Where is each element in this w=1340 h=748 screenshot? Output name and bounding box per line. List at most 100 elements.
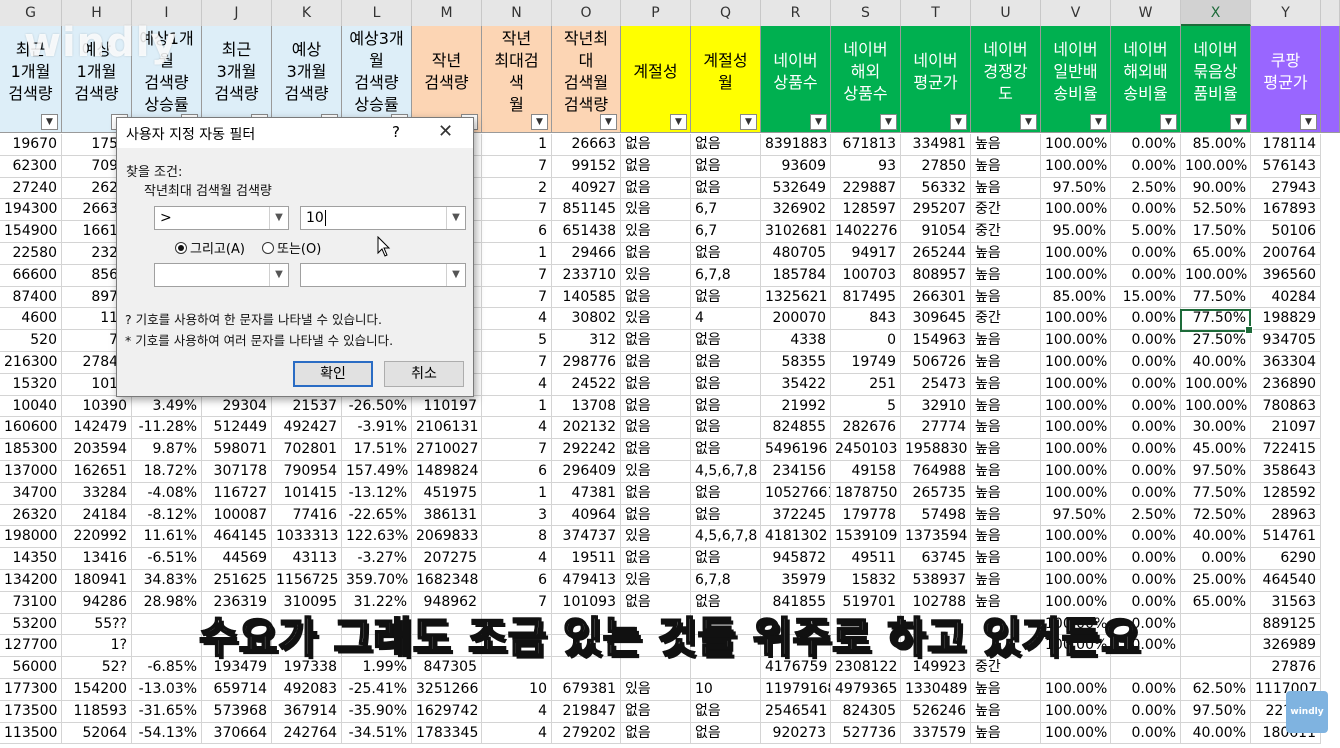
table-cell[interactable]: 77416 [272, 504, 342, 527]
table-cell[interactable]: 134200 [0, 570, 62, 592]
table-cell[interactable]: 934705 [1251, 330, 1321, 352]
table-cell[interactable]: 19749 [831, 352, 901, 374]
table-cell[interactable]: 1629742 [412, 700, 482, 723]
table-cell[interactable]: -31.65% [132, 700, 202, 723]
table-cell[interactable]: 40964 [552, 504, 621, 527]
table-cell[interactable]: -8.12% [132, 504, 202, 527]
table-cell[interactable]: 396560 [1251, 264, 1321, 287]
table-cell[interactable]: 21097 [1251, 417, 1321, 440]
table-cell[interactable]: 358643 [1251, 461, 1321, 483]
table-cell[interactable]: 93609 [761, 155, 831, 178]
header-cell[interactable]: 네이버 묶음상 품비율 ▼ [1181, 26, 1251, 133]
table-cell[interactable]: 높음 [971, 504, 1041, 527]
table-cell[interactable]: 100.00% [1041, 373, 1111, 396]
table-cell[interactable]: -6.51% [132, 548, 202, 570]
table-cell[interactable]: 100.00% [1041, 134, 1111, 156]
table-cell[interactable]: 702801 [272, 439, 342, 461]
table-cell[interactable]: 296409 [552, 461, 621, 483]
table-cell[interactable]: 85.00% [1181, 134, 1251, 156]
table-cell[interactable]: 1 [482, 134, 552, 156]
table-cell[interactable]: 140585 [552, 286, 621, 309]
filter-dropdown-icon[interactable]: ▼ [810, 114, 827, 130]
table-cell[interactable]: 97.50% [1041, 504, 1111, 527]
table-cell[interactable]: 100.00% [1041, 395, 1111, 418]
table-cell[interactable]: 높음 [971, 264, 1041, 287]
table-cell[interactable]: 185300 [0, 439, 62, 461]
table-cell[interactable]: 945872 [761, 548, 831, 570]
table-cell[interactable]: 2710027 [412, 439, 482, 461]
table-cell[interactable]: 1373594 [901, 526, 971, 549]
table-cell[interactable]: 2106131 [412, 417, 482, 440]
table-cell[interactable]: 100.00% [1041, 548, 1111, 570]
table-cell[interactable]: 10 [482, 679, 552, 701]
table-cell[interactable]: -3.91% [342, 417, 412, 440]
filter-dropdown-icon[interactable]: ▼ [1160, 114, 1177, 130]
table-cell[interactable]: 229887 [831, 177, 901, 200]
table-cell[interactable]: 0.00% [1111, 330, 1181, 352]
table-cell[interactable]: -25.41% [342, 679, 412, 701]
table-cell[interactable]: 265735 [901, 482, 971, 505]
column-letter-W[interactable]: W [1111, 0, 1181, 26]
table-cell[interactable]: 4600 [0, 308, 62, 331]
table-cell[interactable]: 8391883 [761, 134, 831, 156]
table-cell[interactable]: 높음 [971, 461, 1041, 483]
table-cell[interactable]: 없음 [691, 548, 761, 570]
table-cell[interactable]: 100.00% [1041, 700, 1111, 723]
table-cell[interactable]: 없음 [691, 439, 761, 461]
table-cell[interactable]: 154963 [901, 330, 971, 352]
table-cell[interactable]: 242764 [272, 722, 342, 745]
table-cell[interactable]: 180941 [62, 570, 132, 592]
table-cell[interactable]: 6 [482, 221, 552, 243]
table-cell[interactable]: 4181302 [761, 526, 831, 549]
table-cell[interactable]: 173500 [0, 700, 62, 723]
table-cell[interactable]: 0.00% [1111, 352, 1181, 374]
table-cell[interactable]: 233710 [552, 264, 621, 287]
table-cell[interactable]: 없음 [621, 395, 691, 418]
table-cell[interactable]: 5496196 [761, 439, 831, 461]
table-cell[interactable]: 49511 [831, 548, 901, 570]
table-cell[interactable]: 없음 [621, 439, 691, 461]
table-cell[interactable]: 1489824 [412, 461, 482, 483]
table-cell[interactable]: 22580 [0, 243, 62, 265]
filter-dropdown-icon[interactable]: ▼ [950, 114, 967, 130]
table-cell[interactable]: 128597 [831, 199, 901, 222]
table-cell[interactable]: 100.00% [1041, 461, 1111, 483]
table-cell[interactable]: 312 [552, 330, 621, 352]
table-cell[interactable]: 30.00% [1181, 417, 1251, 440]
table-cell[interactable]: 100703 [831, 264, 901, 287]
table-cell[interactable]: 298776 [552, 352, 621, 374]
table-cell[interactable]: 없음 [691, 417, 761, 440]
table-cell[interactable]: 35979 [761, 570, 831, 592]
table-cell[interactable]: 11.61% [132, 526, 202, 549]
table-cell[interactable]: 100.00% [1041, 482, 1111, 505]
table-cell[interactable]: 높음 [971, 417, 1041, 440]
table-cell[interactable]: 97.50% [1181, 700, 1251, 723]
table-cell[interactable]: 162651 [62, 461, 132, 483]
table-cell[interactable]: 높음 [971, 439, 1041, 461]
table-cell[interactable]: 363304 [1251, 352, 1321, 374]
table-cell[interactable]: 100.00% [1181, 395, 1251, 418]
table-cell[interactable]: 없음 [621, 504, 691, 527]
table-cell[interactable]: 492083 [272, 679, 342, 701]
table-cell[interactable]: 309645 [901, 308, 971, 331]
operator-select-1[interactable]: > ▼ [154, 206, 289, 230]
table-cell[interactable]: 200070 [761, 308, 831, 331]
table-cell[interactable]: -54.13% [132, 722, 202, 745]
table-cell[interactable]: 113500 [0, 722, 62, 745]
table-cell[interactable]: 532649 [761, 177, 831, 200]
table-cell[interactable]: 100.00% [1041, 722, 1111, 745]
table-cell[interactable]: 15832 [831, 570, 901, 592]
table-cell[interactable]: 251625 [202, 570, 272, 592]
table-cell[interactable]: 2546541 [761, 700, 831, 723]
operator-select-2[interactable]: ▼ [154, 263, 289, 287]
table-cell[interactable]: 있음 [621, 308, 691, 331]
table-cell[interactable]: 2.50% [1111, 504, 1181, 527]
table-cell[interactable]: -34.51% [342, 722, 412, 745]
table-cell[interactable]: 337579 [901, 722, 971, 745]
table-cell[interactable]: 4 [482, 548, 552, 570]
ok-button[interactable]: 확인 [293, 361, 373, 387]
table-cell[interactable]: 1539109 [831, 526, 901, 549]
table-cell[interactable]: 27943 [1251, 177, 1321, 200]
table-cell[interactable]: 10 [691, 679, 761, 701]
table-cell[interactable]: 없음 [621, 134, 691, 156]
